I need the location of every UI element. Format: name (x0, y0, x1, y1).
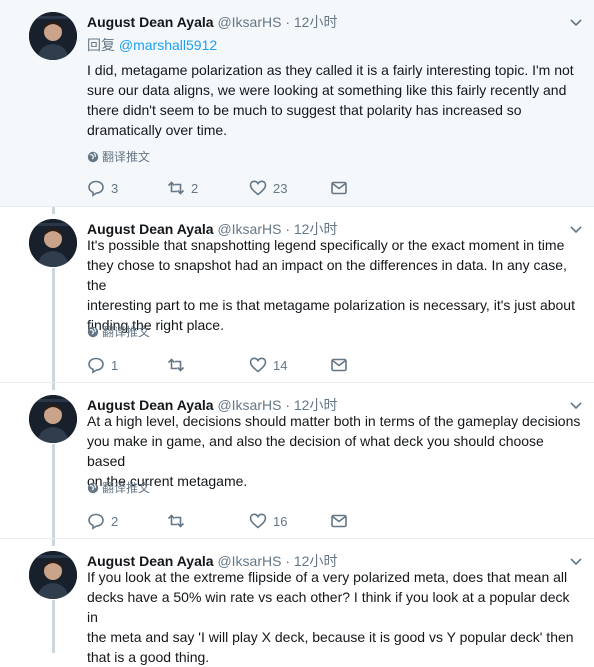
tweet[interactable]: August Dean Ayala @IksarHS · 12小时 If you… (0, 539, 594, 665)
action-bar: 2 16 (87, 510, 387, 532)
avatar[interactable] (29, 12, 77, 60)
tweet-text-line: At a high level, decisions should matter… (87, 413, 581, 429)
tweet-text-line: dramatically over time. (87, 122, 228, 138)
retweet-count: 2 (191, 180, 199, 196)
translate-link[interactable]: 翻译推文 (87, 149, 150, 165)
tweet-text: If you look at the extreme flipside of a… (87, 567, 584, 667)
retweet-button[interactable] (167, 510, 191, 532)
retweet-icon (167, 358, 185, 372)
tweet-text-line: decks have a 50% win rate vs each other?… (87, 589, 570, 625)
dm-button[interactable] (330, 510, 348, 532)
action-bar: 1 14 (87, 354, 387, 376)
tweet-text-line: I did, metagame polarization as they cal… (87, 62, 574, 78)
action-bar: 3 2 23 (87, 177, 387, 199)
reply-icon (88, 357, 104, 374)
retweet-icon (167, 514, 185, 528)
tweet-header: August Dean Ayala @IksarHS · 12小时 (87, 12, 554, 32)
tweet-text-line: there didn't seem to be much to suggest … (87, 102, 522, 118)
tweet-text-line: you make in game, and also the decision … (87, 433, 544, 469)
reply-icon (88, 180, 104, 197)
globe-icon (87, 326, 99, 338)
tweet[interactable]: August Dean Ayala @IksarHS · 12小时 At a h… (0, 383, 594, 539)
reply-button[interactable]: 1 (87, 354, 118, 376)
author-name[interactable]: August Dean Ayala (87, 14, 214, 30)
like-button[interactable]: 23 (249, 177, 287, 199)
avatar[interactable] (29, 551, 77, 599)
like-count: 23 (273, 180, 288, 196)
dm-button[interactable] (330, 177, 348, 199)
reply-count: 1 (111, 357, 119, 373)
like-button[interactable]: 16 (249, 510, 287, 532)
tweet[interactable]: August Dean Ayala @IksarHS · 12小时 It's p… (0, 207, 594, 383)
like-count: 16 (273, 513, 288, 529)
tweet-text-line: on the current metagame. (87, 473, 248, 489)
tweet-text-line: finding the right place. (87, 317, 224, 333)
reply-mention[interactable]: @marshall5912 (119, 37, 217, 53)
translate-link[interactable]: 翻译推文 (87, 480, 150, 496)
retweet-icon (167, 181, 185, 195)
tweet-text-line: If you look at the extreme flipside of a… (87, 569, 568, 585)
tweet-text: It's possible that snapshotting legend s… (87, 235, 584, 335)
tweet-text-line: that is a good thing. (87, 649, 210, 665)
tweet-text-line: sure our data aligns, we were looking at… (87, 82, 567, 98)
dm-button[interactable] (330, 354, 348, 376)
translate-label: 翻译推文 (102, 150, 151, 164)
like-button[interactable]: 14 (249, 354, 287, 376)
tweet-text-line: they chose to snapshot had an impact on … (87, 257, 567, 293)
globe-icon (87, 151, 99, 163)
translate-label: 翻译推文 (102, 325, 151, 339)
heart-icon (249, 180, 267, 196)
author-handle[interactable]: @IksarHS (217, 14, 281, 30)
reply-icon (88, 513, 104, 530)
globe-icon (87, 482, 99, 494)
retweet-button[interactable] (167, 354, 191, 376)
reply-button[interactable]: 2 (87, 510, 118, 532)
timestamp[interactable]: 12小时 (294, 14, 338, 30)
envelope-icon (331, 181, 347, 195)
avatar[interactable] (29, 395, 77, 443)
avatar[interactable] (29, 219, 77, 267)
translate-label: 翻译推文 (102, 481, 151, 495)
envelope-icon (331, 358, 347, 372)
reply-prefix: 回复 (87, 37, 115, 53)
tweet-text: I did, metagame polarization as they cal… (87, 60, 584, 140)
tweet-text-line: It's possible that snapshotting legend s… (87, 237, 565, 253)
like-count: 14 (273, 357, 288, 373)
translate-link[interactable]: 翻译推文 (87, 324, 150, 340)
reply-count: 2 (111, 513, 119, 529)
reply-to: 回复 @marshall5912 (87, 35, 217, 55)
tweet-text: At a high level, decisions should matter… (87, 411, 584, 491)
retweet-button[interactable]: 2 (167, 177, 198, 199)
envelope-icon (331, 514, 347, 528)
separator-dot: · (285, 14, 290, 30)
reply-count: 3 (111, 180, 119, 196)
tweet-text-line: the meta and say 'I will play X deck, be… (87, 629, 574, 645)
heart-icon (249, 357, 267, 373)
chevron-down-icon[interactable] (568, 14, 584, 30)
reply-button[interactable]: 3 (87, 177, 118, 199)
heart-icon (249, 513, 267, 529)
tweet-text-line: interesting part to me is that metagame … (87, 297, 575, 313)
tweet[interactable]: August Dean Ayala @IksarHS · 12小时 回复 @ma… (0, 0, 594, 207)
